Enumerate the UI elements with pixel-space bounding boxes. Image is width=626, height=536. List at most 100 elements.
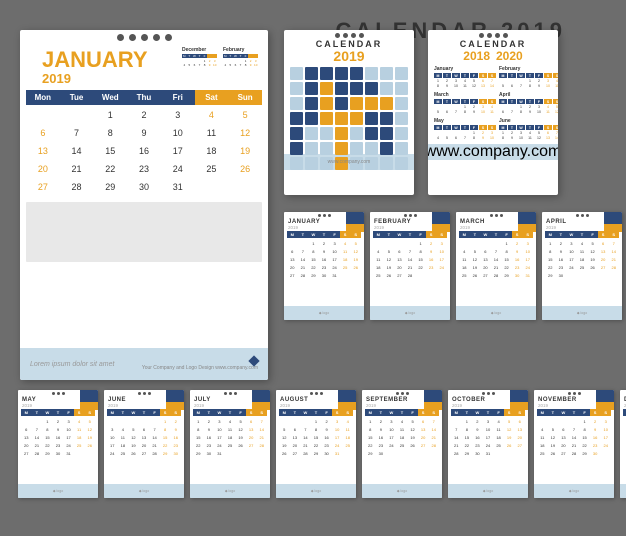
px xyxy=(335,142,348,155)
cal-cell: 16 xyxy=(127,143,161,160)
sc-day-headers: MTWTFSS xyxy=(365,409,439,416)
px xyxy=(305,82,318,95)
px xyxy=(305,157,318,170)
cal-cell xyxy=(195,179,229,196)
cal-cell xyxy=(60,107,94,124)
small-cards-row-1: JANUARY 2019 M T W T F S S --12345 67891… xyxy=(284,212,622,320)
px xyxy=(365,112,378,125)
color-block xyxy=(518,212,536,232)
day-header-wed: Wed xyxy=(93,90,127,105)
px xyxy=(365,127,378,140)
sc-dh: F xyxy=(407,409,418,416)
sc-dh: T xyxy=(319,231,330,238)
mini-cal-dec: December M T W T F S S 1 2 3 4 xyxy=(182,47,217,67)
ty-month-feb: February MTWTFSS 1234 567891011 xyxy=(499,66,558,89)
px xyxy=(395,157,408,170)
year-number: 2019 xyxy=(42,71,148,86)
px xyxy=(380,112,393,125)
sc-dh: S xyxy=(350,231,361,238)
footer-text: www.company.com xyxy=(328,159,371,165)
sc-day-headers: MTWTFSS xyxy=(537,409,611,416)
px xyxy=(395,142,408,155)
sc-dh: W xyxy=(386,409,397,416)
sc-dh: T xyxy=(53,409,64,416)
px xyxy=(320,127,333,140)
cal-cell: 12 xyxy=(228,125,262,142)
px xyxy=(365,82,378,95)
footer-text: www.company.com xyxy=(428,143,558,161)
day-header-mon: Mon xyxy=(26,90,60,105)
cal-cell: 28 xyxy=(60,179,94,196)
small-card-sep: SEPTEMBER 2019 MTWTFSS 1234567 891011121… xyxy=(362,390,442,498)
px xyxy=(395,127,408,140)
small-card-aug: AUGUST 2019 MTWTFSS ---1234 567891011 12… xyxy=(276,390,356,498)
px xyxy=(335,82,348,95)
sc-cal: 1234567 891011121314 15161718192021 2223… xyxy=(365,417,439,457)
small-card-feb: FEBRUARY 2019 M T W T F S S ----123 4567… xyxy=(370,212,450,320)
px xyxy=(350,142,363,155)
px xyxy=(320,82,333,95)
sc-dh: W xyxy=(566,231,577,238)
sc-footer: ◆ logo xyxy=(542,306,622,320)
px xyxy=(380,142,393,155)
cal-cell: 9 xyxy=(127,125,161,142)
sc-dh: M xyxy=(451,409,462,416)
px xyxy=(350,127,363,140)
sc-dh: F xyxy=(63,409,74,416)
cal-cell: 24 xyxy=(161,161,195,178)
sc-footer: ◆ logo xyxy=(190,484,270,498)
medium-graphic-card: CALENDAR 2019 xyxy=(284,30,414,195)
cal-cell: 31 xyxy=(161,179,195,196)
px xyxy=(365,67,378,80)
sc-dh: F xyxy=(493,409,504,416)
sc-dh: S xyxy=(246,409,257,416)
px xyxy=(290,97,303,110)
ty-month-jan: January MTWTFSS 1234567 891011121314 xyxy=(434,66,496,89)
sc-dh: W xyxy=(480,231,491,238)
decorative-block xyxy=(26,202,262,262)
cal-cell: 14 xyxy=(60,143,94,160)
sc-footer: ◆ logo xyxy=(620,484,626,498)
color-block xyxy=(596,390,614,410)
sc-dh: W xyxy=(128,409,139,416)
sc-day-headers: M T W T F S S xyxy=(287,231,361,238)
px xyxy=(305,97,318,110)
color-block xyxy=(252,390,270,410)
px xyxy=(305,127,318,140)
sc-dh: M xyxy=(107,409,118,416)
cal-cell xyxy=(228,179,262,196)
sc-dh: T xyxy=(548,409,559,416)
sc-dh: S xyxy=(426,231,437,238)
sc-dh: W xyxy=(558,409,569,416)
sc-dh: S xyxy=(512,231,523,238)
sc-dh: M xyxy=(287,231,298,238)
cal-cell: 26 xyxy=(228,161,262,178)
sc-dh: S xyxy=(522,231,533,238)
two-year-grid: January MTWTFSS 1234567 891011121314 Feb… xyxy=(428,63,558,144)
sc-dh: S xyxy=(514,409,525,416)
sc-cal: 1234567 891011121314 15161718192021 2223… xyxy=(545,239,619,279)
px xyxy=(305,112,318,125)
sc-footer: ◆ logo xyxy=(276,484,356,498)
sc-dh: T xyxy=(462,409,473,416)
px xyxy=(290,127,303,140)
cal-cell: 6 xyxy=(26,125,60,142)
small-card-jul: JULY 2019 MTWTFSS 1234567 891011121314 1… xyxy=(190,390,270,498)
cal-cell xyxy=(26,107,60,124)
sc-day-headers: MTWTFSS xyxy=(451,409,525,416)
sc-dh: M xyxy=(365,409,376,416)
px xyxy=(320,112,333,125)
sc-dh: T xyxy=(384,231,395,238)
px xyxy=(290,67,303,80)
sc-dh: T xyxy=(556,231,567,238)
px xyxy=(335,112,348,125)
sc-dh: T xyxy=(483,409,494,416)
sc-dh: S xyxy=(590,409,601,416)
year-2020: 2020 xyxy=(496,49,523,63)
small-card-dec: DECEMBER 2019 MTWTFSS 1234567 8910111213… xyxy=(620,390,626,498)
cal-cell: 13 xyxy=(26,143,60,160)
month-header: JANUARY 2019 xyxy=(30,45,160,88)
day-header-thu: Thu xyxy=(127,90,161,105)
sc-dh: T xyxy=(32,409,43,416)
sc-dh: S xyxy=(418,409,429,416)
